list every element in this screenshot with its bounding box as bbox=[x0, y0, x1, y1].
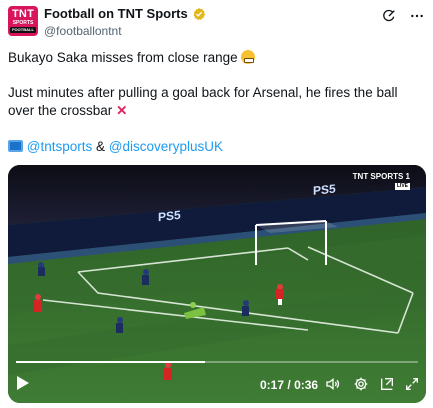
live-badge: LIVE bbox=[394, 183, 410, 190]
cross-mark-icon: ✕ bbox=[116, 103, 128, 118]
tweet-text-1: Bukayo Saka misses from close range bbox=[8, 50, 238, 65]
broadcaster-logo: TNT SPORTS 1 LIVE bbox=[353, 173, 410, 190]
fullscreen-icon bbox=[406, 378, 418, 390]
name-row: Football on TNT Sports bbox=[44, 6, 206, 21]
tweet-text-2: Just minutes after pulling a goal back f… bbox=[8, 85, 398, 118]
television-icon bbox=[8, 140, 23, 152]
handle[interactable]: @footballontnt bbox=[44, 24, 122, 38]
video-frame: PS5 PS5 bbox=[8, 165, 426, 403]
mention-tntsports-link[interactable]: @tntsports bbox=[27, 139, 92, 154]
avatar[interactable]: TNT SPORTS FOOTBALL bbox=[8, 6, 38, 36]
picture-in-picture-button[interactable] bbox=[379, 376, 395, 392]
fullscreen-button[interactable] bbox=[404, 376, 420, 392]
settings-button[interactable] bbox=[353, 376, 369, 392]
display-name[interactable]: Football on TNT Sports bbox=[44, 6, 188, 21]
mention-discoveryplus-link[interactable]: @discoveryplusUK bbox=[109, 139, 223, 154]
broadcaster-label: TNT SPORTS 1 bbox=[352, 172, 410, 181]
video-controls: 0:17 / 0:36 bbox=[8, 371, 426, 397]
grimacing-face-icon bbox=[241, 50, 256, 64]
current-time: 0:17 bbox=[260, 378, 285, 392]
ad-board-text-2: PS5 bbox=[313, 182, 336, 198]
tweet-line-1: Bukayo Saka misses from close range bbox=[8, 49, 426, 67]
play-icon[interactable] bbox=[16, 375, 30, 391]
grok-icon[interactable] bbox=[381, 8, 397, 24]
volume-button[interactable] bbox=[325, 376, 341, 392]
video-player[interactable]: PS5 PS5 TNT SPORTS 1 LIVE 0:17 / 0:36 bbox=[8, 165, 426, 403]
time-display: 0:17 / 0:36 bbox=[260, 378, 318, 392]
avatar-text-football: FOOTBALL bbox=[10, 27, 36, 33]
header-actions bbox=[381, 8, 425, 24]
tweet-card: TNT SPORTS FOOTBALL Football on TNT Spor… bbox=[0, 0, 433, 408]
verified-badge-icon bbox=[193, 7, 205, 20]
tweet-line-3: @tntsports & @discoveryplusUK bbox=[8, 138, 426, 156]
ampersand-text: & bbox=[96, 139, 106, 154]
time-separator: / bbox=[287, 378, 291, 392]
settings-icon bbox=[354, 377, 368, 391]
progress-fill bbox=[16, 361, 205, 363]
duration: 0:36 bbox=[294, 378, 319, 392]
avatar-text-sports: SPORTS bbox=[12, 20, 34, 26]
picture-in-picture-icon bbox=[381, 378, 393, 390]
more-icon[interactable] bbox=[409, 8, 425, 24]
avatar-text-tnt: TNT bbox=[12, 8, 34, 20]
tweet-line-2: Just minutes after pulling a goal back f… bbox=[8, 84, 426, 120]
ad-board-text: PS5 bbox=[158, 208, 181, 224]
volume-icon bbox=[326, 377, 340, 391]
progress-bar[interactable] bbox=[16, 361, 418, 363]
